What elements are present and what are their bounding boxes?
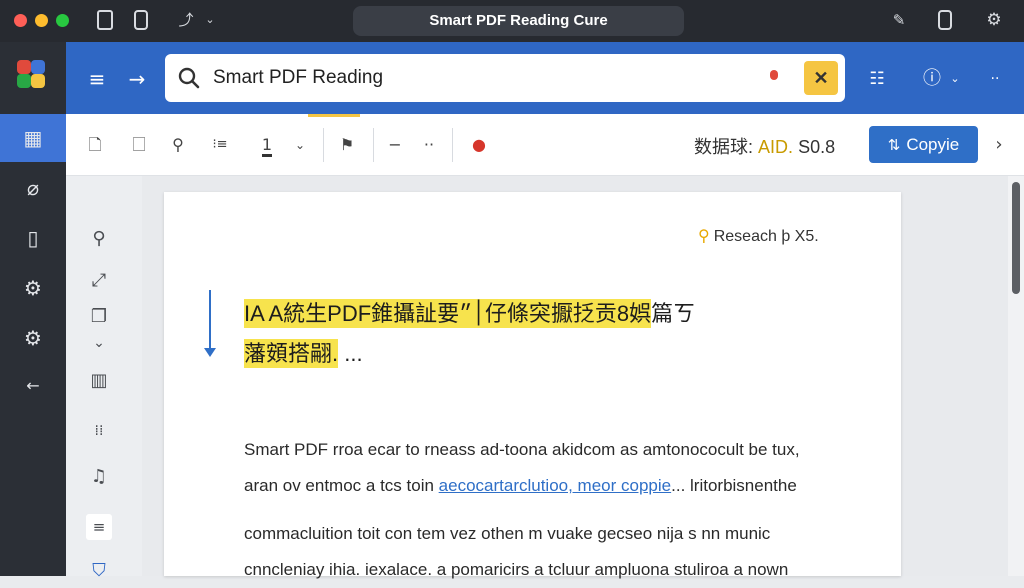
copy-button[interactable]: ⇅ Copyie xyxy=(869,126,978,163)
bookmark-icon[interactable]: ▥ xyxy=(86,368,112,394)
user-note-icon[interactable]: ⚲ xyxy=(165,132,191,158)
app-sidebar: ▦ ⌀ ▯ ⚙ ⚙ ← xyxy=(0,42,66,576)
app-logo xyxy=(17,60,47,90)
maximize-window-button[interactable] xyxy=(56,14,69,27)
add-page-icon[interactable]: 🗌 xyxy=(126,132,152,158)
forward-arrow-icon[interactable]: → xyxy=(124,66,150,92)
chevron-down-icon[interactable]: ⌄ xyxy=(200,10,220,30)
document-page: ⚲ Reseach ϸ X5. IA A統生PDF錐攝訨要׀״仔條突擫抸贡8娯篇ㄎ… xyxy=(164,192,901,579)
line-tool-icon[interactable]: − xyxy=(382,132,408,158)
layers-chevron-icon[interactable]: ⌄ xyxy=(86,330,112,356)
coords-tag: AID. xyxy=(758,137,794,157)
vertical-scrollbar[interactable] xyxy=(1008,176,1024,576)
toolbar-separator xyxy=(373,128,374,162)
open-file-icon[interactable]: 🗋 xyxy=(82,132,108,158)
heading-highlight-2[interactable]: 藩頞搭翤. xyxy=(244,339,339,368)
tablet-icon[interactable] xyxy=(938,10,952,30)
settings-icon[interactable]: ⚙ xyxy=(0,264,66,312)
clear-search-button[interactable]: ✕ xyxy=(804,61,838,95)
document-icon[interactable] xyxy=(97,10,113,30)
close-window-button[interactable] xyxy=(14,14,27,27)
copy-icon: ⇅ xyxy=(887,136,901,154)
toolbar-separator xyxy=(452,128,453,162)
heading-highlight-1[interactable]: IA A統生PDF錐攝訨要׀״仔條突擫抸贡8娯 xyxy=(244,299,652,328)
header: ≡ → Smart PDF Reading ✕ ☷ ⓘ ⌄ ·· xyxy=(66,42,1024,114)
attachment-icon[interactable]: ⌀ xyxy=(0,164,66,212)
voice-input-icon[interactable] xyxy=(764,68,784,90)
document-sidebar-icon[interactable]: ▯ xyxy=(0,214,66,262)
text-layout-icon[interactable]: ⁝≡ xyxy=(207,132,233,158)
toolbar-separator xyxy=(323,128,324,162)
shield-icon[interactable]: ⛉ xyxy=(86,558,112,584)
chevron-right-icon[interactable]: › xyxy=(986,132,1012,158)
filter-icon[interactable]: ☷ xyxy=(864,66,890,92)
expand-icon[interactable]: ⤢ xyxy=(86,268,112,294)
info-chevron-icon[interactable]: ⌄ xyxy=(942,66,968,92)
paragraph-1-line-1: Smart PDF rroa ecar to rneass ad-toona a… xyxy=(244,440,800,459)
phone-icon[interactable] xyxy=(134,10,148,30)
paragraph-1-line-2: aran ov entmoc a tcs toin aecocartarclut… xyxy=(244,468,824,504)
back-arrow-icon[interactable]: ← xyxy=(0,362,66,410)
user-profile-icon[interactable]: ● xyxy=(466,132,492,158)
settings-gear-icon[interactable]: ⚙ xyxy=(984,10,1004,30)
pin-tool-icon[interactable]: ⚑ xyxy=(334,132,360,158)
search-bar[interactable]: Smart PDF Reading ✕ xyxy=(165,54,845,102)
highlight-chevron-icon[interactable]: ⌄ xyxy=(287,132,313,158)
p1-line2-tail: ... lritorbisnenthe xyxy=(671,476,797,495)
magic-wand-icon[interactable]: ⤴ xyxy=(176,10,196,30)
toolbar: 🗋 🗌 ⚲ ⁝≡ 1 ⌄ ⚑ − ·· ● 数据球: AID. S0.8 ⇅ Co… xyxy=(66,114,1024,176)
document-link[interactable]: aecocartarclutioo, meor coppie xyxy=(439,476,671,495)
research-tag[interactable]: ⚲ Reseach ϸ X5. xyxy=(698,226,819,246)
research-label: Reseach ϸ X5. xyxy=(713,228,819,245)
grid-icon[interactable]: ▦ xyxy=(0,114,66,162)
search-input[interactable]: Smart PDF Reading xyxy=(213,67,383,89)
reading-progress-line xyxy=(209,290,211,352)
p1-line2-text: aran ov entmoc a tcs toin xyxy=(244,476,439,495)
document-heading: IA A統生PDF錐攝訨要׀״仔條突擫抸贡8娯篇ㄎ 藩頞搭翤. ... xyxy=(244,294,714,374)
research-search-icon: ⚲ xyxy=(698,226,710,245)
audio-icon[interactable]: ♫ xyxy=(86,464,112,490)
layers-icon[interactable]: ❐ xyxy=(86,304,112,330)
coords-label: 数据球: xyxy=(694,137,754,157)
reading-progress-arrow-icon xyxy=(204,348,216,357)
heading-line1-tail: 篇ㄎ xyxy=(651,301,696,326)
title-bar: ⤴ ⌄ Smart PDF Reading Cure ✎ ⚙ xyxy=(0,0,1024,42)
active-tab-indicator xyxy=(308,114,360,117)
highlight-pen-icon[interactable]: 1 xyxy=(254,132,280,158)
window-title: Smart PDF Reading Cure xyxy=(353,6,684,36)
paragraph-2-line-1: commacluition toit con tem vez othen m v… xyxy=(244,524,771,543)
text-format-icon[interactable]: ≡ xyxy=(86,514,112,540)
heading-line2-tail: ... xyxy=(344,341,363,366)
zoom-search-icon[interactable]: ⚲ xyxy=(86,226,112,252)
scrollbar-thumb[interactable] xyxy=(1012,182,1020,294)
coordinates-readout: 数据球: AID. S0.8 xyxy=(694,133,835,159)
menu-icon[interactable]: ≡ xyxy=(84,66,110,92)
pin-icon[interactable]: ✎ xyxy=(889,10,909,30)
more-options-icon[interactable]: ·· xyxy=(982,66,1008,92)
search-icon xyxy=(178,67,200,89)
minimize-window-button[interactable] xyxy=(35,14,48,27)
tool-rail: ⚲ ⤢ ❐ ⌄ ▥ ⁞⁞ ♫ ≡ ⛉ xyxy=(66,176,142,581)
copy-label: Copyie xyxy=(906,135,960,154)
coords-value: S0.8 xyxy=(798,137,836,157)
settings-alt-icon[interactable]: ⚙ xyxy=(0,314,66,362)
adjust-icon[interactable]: ⁞⁞ xyxy=(86,418,112,444)
paragraph-2-line-2: cnncleniay ihia. iexalace. a pomaricirs … xyxy=(244,560,789,579)
more-tools-icon[interactable]: ·· xyxy=(416,132,442,158)
